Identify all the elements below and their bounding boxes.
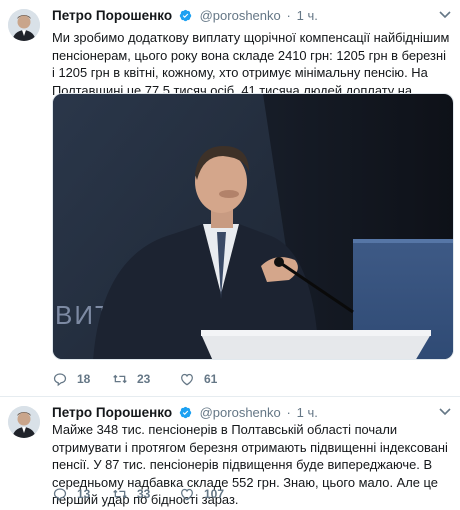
separator: · <box>286 8 291 23</box>
author-name[interactable]: Петро Порошенко <box>52 8 172 23</box>
avatar[interactable] <box>8 406 40 438</box>
chevron-down-icon[interactable] <box>438 407 452 417</box>
tweet[interactable]: Петро Порошенко @poroshenko · 1 ч. Ми зр… <box>0 0 460 396</box>
like-button[interactable]: 107 <box>179 485 224 503</box>
heart-icon <box>181 488 193 501</box>
retweet-button[interactable]: 33 <box>112 485 150 503</box>
verified-badge-icon <box>179 406 192 419</box>
retweet-icon <box>113 374 127 384</box>
reply-icon <box>53 373 67 387</box>
tweet-header: Петро Порошенко @poroshenko · 1 ч. <box>52 405 318 421</box>
author-handle[interactable]: @poroshenko <box>200 405 281 420</box>
author-name[interactable]: Петро Порошенко <box>52 405 172 420</box>
retweet-button[interactable]: 23 <box>112 370 150 388</box>
like-button[interactable]: 61 <box>179 370 217 388</box>
timestamp[interactable]: 1 ч. <box>297 405 318 420</box>
tweet-header: Петро Порошенко @poroshenko · 1 ч. <box>52 8 318 24</box>
retweet-icon <box>113 489 127 499</box>
separator: · <box>286 405 291 420</box>
verified-badge-icon <box>179 9 192 22</box>
author-handle[interactable]: @poroshenko <box>200 8 281 23</box>
reply-count: 18 <box>77 372 91 386</box>
reply-button[interactable]: 18 <box>52 370 90 388</box>
reply-icon <box>53 488 67 502</box>
tweet[interactable]: Петро Порошенко @poroshenko · 1 ч. Майже… <box>0 396 460 510</box>
timestamp[interactable]: 1 ч. <box>297 8 318 23</box>
like-count: 107 <box>204 487 225 501</box>
heart-icon <box>181 373 193 386</box>
reply-button[interactable]: 13 <box>52 485 90 503</box>
reply-count: 13 <box>77 487 91 501</box>
avatar[interactable] <box>8 9 40 41</box>
chevron-down-icon[interactable] <box>438 10 452 20</box>
like-count: 61 <box>204 372 218 386</box>
retweet-count: 33 <box>137 487 151 501</box>
retweet-count: 23 <box>137 372 151 386</box>
tweet-photo[interactable]: ВИТ <box>52 93 454 360</box>
